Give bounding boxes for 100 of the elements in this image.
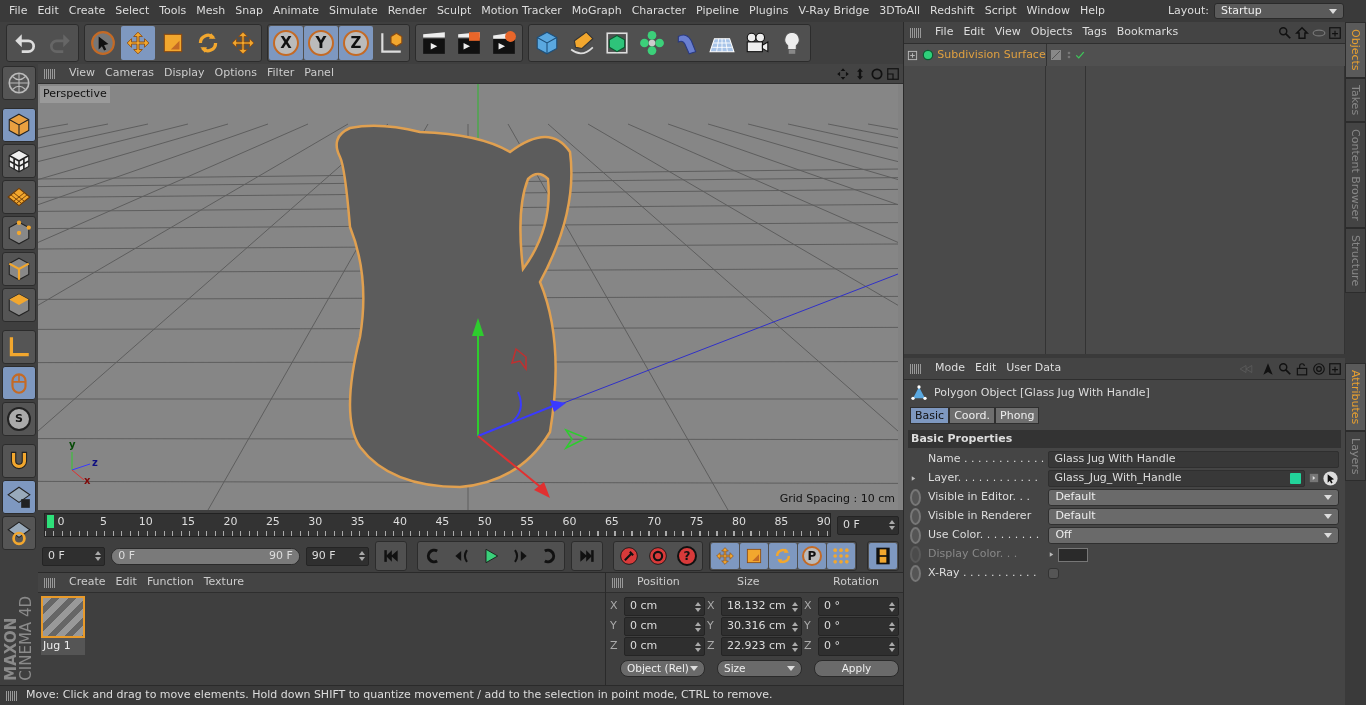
coordinate-mode-dropdown[interactable]: Object (Rel) [620, 660, 705, 677]
view-mode-button[interactable] [2, 66, 36, 100]
menu-item[interactable]: Character [626, 2, 691, 20]
menu-item[interactable]: Plugins [744, 2, 794, 20]
menu-item[interactable]: Animate [268, 2, 325, 20]
panel-grip[interactable] [910, 363, 922, 374]
axis-lock-button[interactable]: Z [339, 26, 373, 60]
menu-item[interactable]: Options [209, 65, 262, 82]
menu-item[interactable]: Tools [154, 2, 192, 20]
menu-item[interactable]: Select [110, 2, 155, 20]
menu-item[interactable]: Tags [1077, 24, 1112, 41]
menu-item[interactable]: Motion Tracker [476, 2, 567, 20]
menu-item[interactable]: Panel [299, 65, 339, 82]
start-frame-field[interactable]: 0 F [42, 546, 106, 566]
menu-item[interactable]: Cameras [100, 65, 159, 82]
menu-item[interactable]: Bookmarks [1111, 24, 1184, 41]
menu-item[interactable]: Simulate [324, 2, 383, 20]
panel-grip[interactable] [910, 27, 922, 38]
menu-item[interactable]: File [4, 2, 33, 20]
menu-item[interactable]: Texture [198, 574, 249, 591]
menu-item[interactable]: Filter [262, 65, 300, 82]
menu-item[interactable]: Help [1074, 2, 1111, 20]
menu-item[interactable]: Pipeline [691, 2, 745, 20]
viewport-name[interactable]: Perspective [40, 86, 110, 103]
attribute-tab[interactable]: Basic [910, 406, 950, 424]
tweak-mode-button[interactable] [2, 366, 36, 400]
keyframe-button[interactable] [910, 508, 921, 525]
playhead-marker[interactable] [47, 515, 54, 528]
layout-dropdown[interactable]: Startup [1214, 3, 1344, 19]
parameter-key-button[interactable]: P [798, 543, 826, 569]
coordinate-field[interactable]: 0 cm [624, 617, 705, 636]
menu-item[interactable]: Objects [1025, 24, 1078, 41]
checkbox[interactable] [1048, 568, 1060, 579]
menu-item[interactable]: Edit [110, 574, 142, 591]
value-dropdown[interactable]: Default [1048, 508, 1339, 525]
axis-lock-button[interactable]: X [269, 26, 303, 60]
keyframe-button[interactable] [910, 565, 921, 582]
name-field[interactable]: Glass Jug With Handle [1048, 451, 1339, 468]
panel-grip[interactable] [612, 577, 624, 588]
menu-item[interactable]: 3DToAll [874, 2, 925, 20]
menu-item[interactable]: Sculpt [431, 2, 477, 20]
value-dropdown[interactable]: Default [1048, 489, 1339, 506]
menu-item[interactable]: Create [63, 2, 111, 20]
menu-item[interactable]: Edit [970, 360, 1002, 377]
coordinate-field[interactable]: 0 ° [818, 597, 899, 616]
coordinate-field[interactable]: 18.132 cm [721, 597, 802, 616]
texture-mode-button[interactable] [2, 144, 36, 178]
menu-item[interactable]: Redshift [925, 2, 980, 20]
panel-grip[interactable] [44, 577, 56, 588]
layer-field[interactable]: Glass_Jug_With_Handle [1048, 470, 1306, 487]
coordinate-field[interactable]: 0 cm [624, 637, 705, 656]
keyframe-button[interactable] [910, 527, 921, 544]
attribute-tab[interactable]: Coord. [949, 406, 996, 424]
panel-grip[interactable] [6, 690, 18, 701]
move-tool-button[interactable] [121, 26, 155, 60]
apply-button[interactable]: Apply [814, 660, 899, 677]
menu-item[interactable]: Display [159, 65, 210, 82]
menu-item[interactable]: File [930, 24, 959, 41]
menu-item[interactable]: MoGraph [566, 2, 627, 20]
coordinate-field[interactable]: 22.923 cm [721, 637, 802, 656]
snap-button[interactable]: S [2, 402, 36, 436]
keyframe-button[interactable] [910, 489, 921, 506]
menu-item[interactable]: Script [979, 2, 1022, 20]
menu-item[interactable]: Mode [930, 360, 970, 377]
panel-grip[interactable] [44, 68, 56, 79]
model-mode-button[interactable] [2, 108, 36, 142]
timeline-ruler[interactable]: 0 5 10 15 20 25 30 35 40 45 50 55 60 65 70 75 80 85 90 [44, 513, 831, 537]
end-frame-field[interactable]: 90 F [305, 546, 369, 566]
magnet-button[interactable] [2, 444, 36, 478]
menu-item[interactable]: View [989, 24, 1026, 41]
axis-lock-button[interactable]: Y [304, 26, 338, 60]
menu-item[interactable]: User Data [1001, 360, 1067, 377]
menu-item[interactable]: Edit [958, 24, 990, 41]
menu-item[interactable]: Snap [230, 2, 268, 20]
attribute-tab[interactable]: Phong [995, 406, 1040, 424]
current-frame-field[interactable]: 0 F [837, 515, 899, 535]
polygons-mode-button[interactable] [2, 288, 36, 322]
scale-tool-button[interactable] [740, 543, 768, 569]
menu-item[interactable]: Function [141, 574, 199, 591]
edges-mode-button[interactable] [2, 252, 36, 286]
planar-workplane-button[interactable] [2, 516, 36, 550]
menu-item[interactable]: Edit [32, 2, 64, 20]
value-dropdown[interactable]: Off [1048, 527, 1339, 544]
menu-item[interactable]: Create [64, 574, 111, 591]
size-mode-dropdown[interactable]: Size [717, 660, 802, 677]
menu-item[interactable]: View [64, 65, 101, 82]
menu-item[interactable]: Render [382, 2, 432, 20]
coordinate-field[interactable]: 30.316 cm [721, 617, 802, 636]
points-mode-button[interactable] [2, 216, 36, 250]
coordinate-field[interactable]: 0 cm [624, 597, 705, 616]
workplane-button[interactable] [2, 180, 36, 214]
lock-workplane-button[interactable] [2, 480, 36, 514]
material-item[interactable]: Jug 1 [41, 596, 85, 655]
menu-item[interactable]: Mesh [191, 2, 231, 20]
move-tool-button[interactable] [711, 543, 739, 569]
menu-item[interactable]: Window [1021, 2, 1075, 20]
coordinate-field[interactable]: 0 ° [818, 637, 899, 656]
axis-mode-button[interactable] [2, 330, 36, 364]
coordinate-field[interactable]: 0 ° [818, 617, 899, 636]
menu-item[interactable]: V-Ray Bridge [793, 2, 875, 20]
